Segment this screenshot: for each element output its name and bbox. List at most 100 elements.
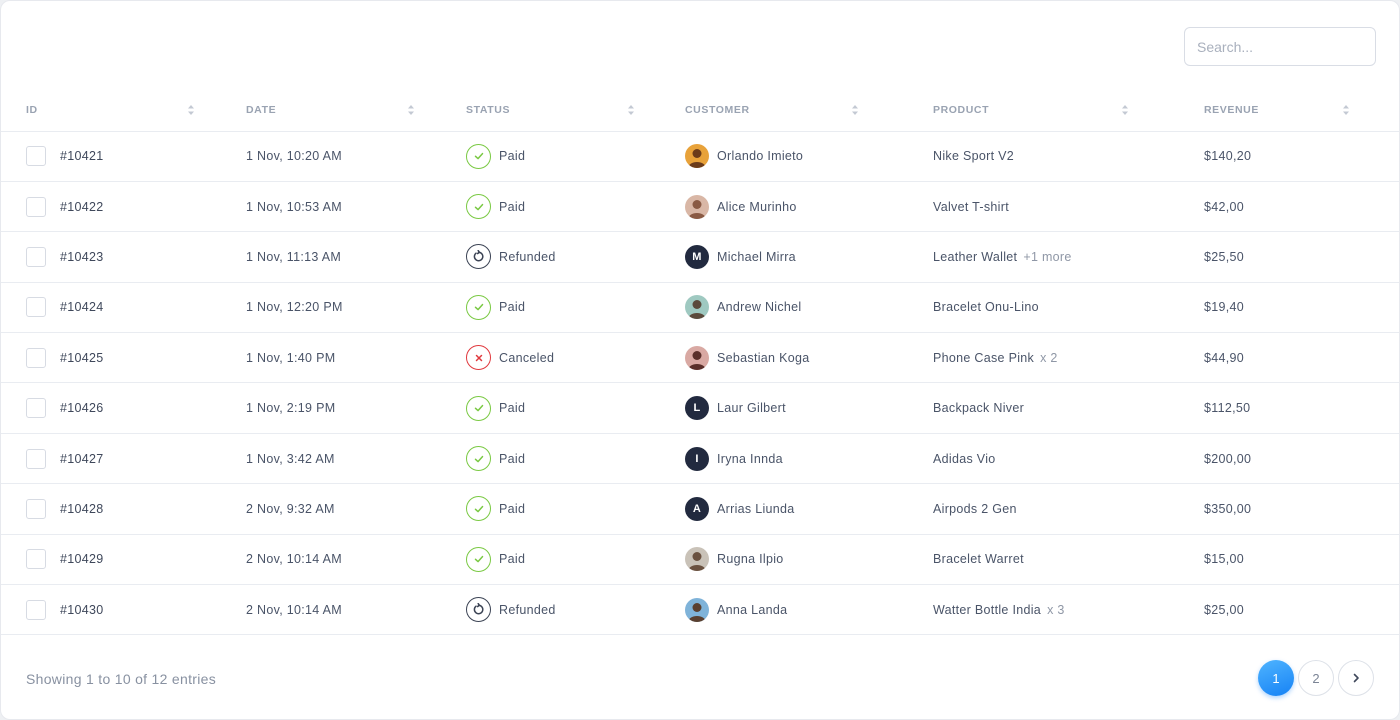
sort-icon[interactable]	[1342, 104, 1350, 116]
column-label-customer: CUSTOMER	[685, 103, 750, 116]
sort-icon[interactable]	[627, 104, 635, 116]
product-name: Valvet T-shirt	[933, 199, 1009, 214]
row-checkbox[interactable]	[26, 498, 46, 519]
product-extra: x 2	[1040, 350, 1058, 365]
order-date: 1 Nov, 10:53 AM	[246, 199, 342, 214]
customer-name: Sebastian Koga	[717, 350, 810, 365]
avatar: L	[685, 396, 709, 421]
refund-icon	[466, 597, 491, 623]
product-name: Adidas Vio	[933, 451, 996, 466]
row-checkbox[interactable]	[26, 297, 46, 318]
column-label-revenue: REVENUE	[1204, 103, 1259, 116]
column-header-date[interactable]: DATE	[221, 89, 441, 132]
order-id: #10425	[60, 350, 104, 365]
column-label-status: STATUS	[466, 103, 511, 116]
column-header-customer[interactable]: CUSTOMER	[661, 89, 909, 132]
customer-name: Arrias Liunda	[717, 501, 795, 516]
order-date: 2 Nov, 10:14 AM	[246, 552, 342, 567]
row-checkbox[interactable]	[26, 448, 46, 469]
status-badge: Paid	[466, 194, 661, 220]
column-header-product[interactable]: PRODUCT	[909, 89, 1180, 132]
status-badge: Paid	[466, 294, 661, 320]
table-row[interactable]: #10427 1 Nov, 3:42 AM Paid I Iryna Innda…	[1, 433, 1399, 484]
order-id: #10428	[60, 501, 104, 516]
row-checkbox[interactable]	[26, 347, 46, 368]
avatar	[685, 295, 709, 320]
order-id: #10422	[60, 199, 104, 214]
customer-name: Laur Gilbert	[717, 401, 786, 416]
table-row[interactable]: #10421 1 Nov, 10:20 AM Paid Orlando Imie…	[1, 131, 1399, 182]
order-date: 1 Nov, 11:13 AM	[246, 249, 342, 264]
order-date: 1 Nov, 2:19 PM	[246, 401, 336, 416]
column-label-product: PRODUCT	[933, 103, 990, 116]
status-badge: Canceled	[466, 345, 661, 371]
check-icon	[466, 395, 491, 421]
sort-icon[interactable]	[1121, 104, 1129, 116]
table-header-row: ID DATE STATUS CUSTOMER PRODUCT REVENUE	[1, 89, 1399, 132]
status-badge: Paid	[466, 143, 661, 169]
customer-name: Rugna Ilpio	[717, 552, 784, 567]
search-input[interactable]	[1184, 27, 1376, 66]
table-row[interactable]: #10426 1 Nov, 2:19 PM Paid L Laur Gilber…	[1, 383, 1399, 434]
avatar	[685, 194, 709, 219]
sort-icon[interactable]	[407, 104, 415, 116]
customer-name: Iryna Innda	[717, 451, 783, 466]
check-icon	[466, 294, 491, 320]
product-name: Airpods 2 Gen	[933, 501, 1017, 516]
revenue-value: $44,90	[1204, 350, 1245, 365]
row-checkbox[interactable]	[26, 398, 46, 419]
revenue-value: $42,00	[1204, 199, 1245, 214]
sort-icon[interactable]	[851, 104, 859, 116]
revenue-value: $19,40	[1204, 300, 1245, 315]
page-button-1[interactable]: 1	[1258, 660, 1294, 696]
product-name: Leather Wallet	[933, 249, 1018, 264]
sort-icon[interactable]	[187, 104, 195, 116]
close-icon	[466, 345, 491, 371]
page-button-2[interactable]: 2	[1298, 660, 1334, 696]
row-checkbox[interactable]	[26, 146, 46, 167]
row-checkbox[interactable]	[26, 599, 46, 620]
status-badge: Refunded	[466, 597, 661, 623]
order-date: 1 Nov, 12:20 PM	[246, 300, 343, 315]
status-badge: Paid	[466, 496, 661, 522]
column-header-revenue[interactable]: REVENUE	[1180, 89, 1399, 132]
table-row[interactable]: #10425 1 Nov, 1:40 PM Canceled Sebastian…	[1, 333, 1399, 383]
order-date: 2 Nov, 9:32 AM	[246, 501, 335, 516]
status-badge: Paid	[466, 546, 661, 572]
table-row[interactable]: #10423 1 Nov, 11:13 AM Refunded M Michae…	[1, 232, 1399, 283]
revenue-value: $25,50	[1204, 249, 1245, 264]
avatar	[685, 144, 709, 169]
row-checkbox[interactable]	[26, 196, 46, 217]
column-header-id[interactable]: ID	[1, 89, 221, 132]
status-label: Canceled	[499, 350, 555, 365]
status-label: Paid	[499, 149, 526, 164]
order-id: #10424	[60, 300, 104, 315]
column-header-status[interactable]: STATUS	[441, 89, 661, 132]
avatar: M	[685, 244, 709, 269]
table-row[interactable]: #10422 1 Nov, 10:53 AM Paid Alice Murinh…	[1, 181, 1399, 232]
product-name: Phone Case Pink	[933, 350, 1035, 365]
customer-name: Anna Landa	[717, 602, 788, 617]
row-checkbox[interactable]	[26, 549, 46, 570]
order-date: 1 Nov, 3:42 AM	[246, 451, 335, 466]
row-checkbox[interactable]	[26, 246, 46, 267]
product-name: Nike Sport V2	[933, 149, 1015, 164]
product-name: Watter Bottle India	[933, 602, 1042, 617]
refund-icon	[466, 244, 491, 270]
customer-name: Michael Mirra	[717, 249, 796, 264]
table-row[interactable]: #10424 1 Nov, 12:20 PM Paid Andrew Niche…	[1, 282, 1399, 333]
table-row[interactable]: #10430 2 Nov, 10:14 AM Refunded Anna Lan…	[1, 585, 1399, 635]
customer-name: Orlando Imieto	[717, 149, 804, 164]
check-icon	[466, 546, 491, 572]
order-id: #10426	[60, 401, 104, 416]
next-page-button[interactable]	[1338, 660, 1374, 696]
status-badge: Paid	[466, 446, 661, 472]
status-label: Paid	[499, 401, 526, 416]
table-row[interactable]: #10428 2 Nov, 9:32 AM Paid A Arrias Liun…	[1, 484, 1399, 535]
order-date: 2 Nov, 10:14 AM	[246, 602, 342, 617]
customer-name: Alice Murinho	[717, 199, 797, 214]
orders-table: ID DATE STATUS CUSTOMER PRODUCT REVENUE …	[1, 89, 1399, 635]
column-label-date: DATE	[246, 103, 277, 116]
table-row[interactable]: #10429 2 Nov, 10:14 AM Paid Rugna Ilpio …	[1, 534, 1399, 585]
status-label: Refunded	[499, 249, 556, 264]
